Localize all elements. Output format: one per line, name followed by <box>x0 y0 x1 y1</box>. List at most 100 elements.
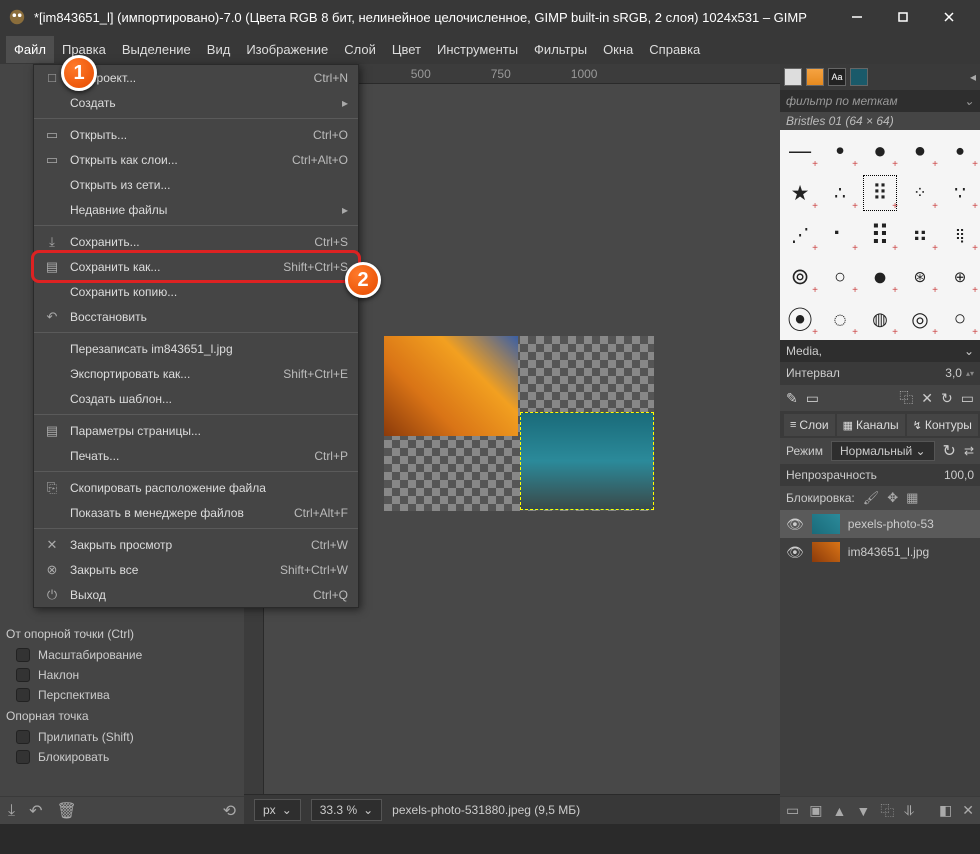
chk-perspective[interactable]: Перспектива <box>0 686 244 704</box>
menu-item[interactable]: Открыть из сети... <box>34 172 358 197</box>
tab-brushes[interactable] <box>784 68 802 86</box>
delete-layer-icon[interactable]: ✕ <box>962 802 974 819</box>
menu-select[interactable]: Выделение <box>114 36 199 63</box>
menu-file[interactable]: Файл <box>6 36 54 63</box>
lock-paint-icon[interactable]: 🖌 <box>863 490 880 506</box>
mask-icon[interactable]: ◧ <box>939 802 952 819</box>
down-icon[interactable]: ▼ <box>856 803 870 819</box>
menu-item[interactable]: ✕Закрыть просмотрCtrl+W <box>34 532 358 557</box>
tab-history[interactable] <box>850 68 868 86</box>
interval-slider[interactable]: Интервал3,0▴▾ <box>780 362 980 384</box>
tab-fonts[interactable]: Aa <box>828 68 846 86</box>
brush-item[interactable]: ◌+ <box>820 298 860 340</box>
maximize-button[interactable] <box>880 0 926 34</box>
brush-item[interactable]: ⋰+ <box>780 214 820 256</box>
brush-item[interactable]: ⠿+ <box>860 214 900 256</box>
tab-channels[interactable]: ▦ Каналы <box>837 414 905 436</box>
menu-filters[interactable]: Фильтры <box>526 36 595 63</box>
tab-paths[interactable]: ↯ Контуры <box>907 414 978 436</box>
zoom-select[interactable]: 33.3 %⌄ <box>311 799 382 821</box>
tab-layers[interactable]: ≡ Слои <box>784 414 835 436</box>
layer-row[interactable]: 👁 pexels-photo-53 <box>780 510 980 538</box>
menu-tools[interactable]: Инструменты <box>429 36 526 63</box>
brush-item[interactable]: ⠿+ <box>860 172 900 214</box>
close-button[interactable] <box>926 0 972 34</box>
brush-filter[interactable]: фильтр по меткам⌄ <box>780 90 980 112</box>
mode-reset-icon[interactable]: ↻ <box>943 441 956 461</box>
brush-item[interactable]: ⦿+ <box>780 298 820 340</box>
menu-image[interactable]: Изображение <box>238 36 336 63</box>
brush-item[interactable]: ●+ <box>820 130 860 172</box>
brush-item[interactable]: ★+ <box>780 172 820 214</box>
save-icon[interactable]: ⤓ <box>8 802 15 820</box>
menu-item[interactable]: Экспортировать как...Shift+Ctrl+E <box>34 361 358 386</box>
brush-item[interactable]: ⊛+ <box>900 256 940 298</box>
refresh-icon[interactable]: ↻ <box>941 390 953 407</box>
brush-item[interactable]: ⠶+ <box>900 214 940 256</box>
brush-item[interactable]: ●+ <box>940 130 980 172</box>
brush-item[interactable]: ◎+ <box>900 298 940 340</box>
open-icon[interactable]: ▭ <box>961 390 974 407</box>
brush-item[interactable]: ●+ <box>900 130 940 172</box>
brush-item[interactable]: ⁘+ <box>900 172 940 214</box>
brush-item[interactable]: ∵+ <box>940 172 980 214</box>
mode-switch-icon[interactable]: ⇄ <box>964 444 974 458</box>
menu-item[interactable]: ↶Восстановить <box>34 304 358 329</box>
menu-item[interactable]: ⏻ВыходCtrl+Q <box>34 582 358 607</box>
menu-item[interactable]: Перезаписать im843651_l.jpg <box>34 336 358 361</box>
delete-icon[interactable]: ✕ <box>921 390 933 407</box>
brush-item[interactable]: —+ <box>780 130 820 172</box>
menu-help[interactable]: Справка <box>641 36 708 63</box>
reset-icon[interactable]: ⟲ <box>223 801 236 821</box>
brush-item[interactable]: ⊕+ <box>940 256 980 298</box>
menu-item[interactable]: Печать...Ctrl+P <box>34 443 358 468</box>
menu-item[interactable]: Создать шаблон... <box>34 386 358 411</box>
lock-move-icon[interactable]: ✥ <box>887 490 898 506</box>
brush-item[interactable]: ◍+ <box>860 298 900 340</box>
menu-item[interactable]: ▭Открыть как слои...Ctrl+Alt+O <box>34 147 358 172</box>
opacity-slider[interactable]: Непрозрачность100,0 <box>780 464 980 486</box>
menu-item[interactable]: Показать в менеджере файловCtrl+Alt+F <box>34 500 358 525</box>
brush-item[interactable]: ○+ <box>820 256 860 298</box>
menu-color[interactable]: Цвет <box>384 36 429 63</box>
brush-grid[interactable]: —+●+●+●+●+★+∴+⠿+⁘+∵+⋰+⠂+⠿+⠶+⢿+⊚+○+●+⊛+⊕+… <box>780 130 980 340</box>
group-icon[interactable]: ▣ <box>809 802 822 819</box>
lock-alpha-icon[interactable]: ▦ <box>906 490 918 506</box>
canvas-image-1[interactable] <box>384 336 518 436</box>
brush-item[interactable]: ⊚+ <box>780 256 820 298</box>
brush-item[interactable]: ○+ <box>940 298 980 340</box>
media-select[interactable]: Media,⌄ <box>780 340 980 362</box>
minimize-button[interactable] <box>834 0 880 34</box>
edit-icon[interactable]: ✎ <box>786 390 798 407</box>
brush-item[interactable]: ⢿+ <box>940 214 980 256</box>
duplicate-icon[interactable]: ⿻ <box>899 388 913 408</box>
menu-item[interactable]: ▤Сохранить как...Shift+Ctrl+S <box>34 254 358 279</box>
tab-menu-icon[interactable]: ◂ <box>970 70 976 84</box>
merge-icon[interactable]: ⥥ <box>904 802 914 819</box>
unit-select[interactable]: px⌄ <box>254 799 301 821</box>
menu-item[interactable]: ⊗Закрыть всеShift+Ctrl+W <box>34 557 358 582</box>
menu-item[interactable]: Недавние файлы▸ <box>34 197 358 222</box>
menu-item[interactable]: ▭Открыть...Ctrl+O <box>34 122 358 147</box>
menu-item[interactable]: ⎘Скопировать расположение файла <box>34 475 358 500</box>
new-icon[interactable]: ▭ <box>806 390 819 407</box>
menu-windows[interactable]: Окна <box>595 36 641 63</box>
layer-row[interactable]: 👁 im843651_l.jpg <box>780 538 980 566</box>
canvas-image-2[interactable] <box>520 412 654 510</box>
chk-lock[interactable]: Блокировать <box>0 748 244 766</box>
chk-snap[interactable]: Прилипать (Shift) <box>0 728 244 746</box>
chk-shear[interactable]: Наклон <box>0 666 244 684</box>
menu-item[interactable]: ⤓Сохранить...Ctrl+S <box>34 229 358 254</box>
duplicate-layer-icon[interactable]: ⿻ <box>880 801 894 821</box>
brush-item[interactable]: ∴+ <box>820 172 860 214</box>
visibility-icon[interactable]: 👁 <box>786 516 804 533</box>
tab-patterns[interactable] <box>806 68 824 86</box>
menu-view[interactable]: Вид <box>199 36 239 63</box>
brush-item[interactable]: ●+ <box>860 130 900 172</box>
visibility-icon[interactable]: 👁 <box>786 544 804 561</box>
menu-item[interactable]: Сохранить копию... <box>34 279 358 304</box>
brush-item[interactable]: ⠂+ <box>820 214 860 256</box>
up-icon[interactable]: ▲ <box>832 803 846 819</box>
mode-select[interactable]: Нормальный⌄ <box>831 441 935 461</box>
menu-item[interactable]: ▤Параметры страницы... <box>34 418 358 443</box>
